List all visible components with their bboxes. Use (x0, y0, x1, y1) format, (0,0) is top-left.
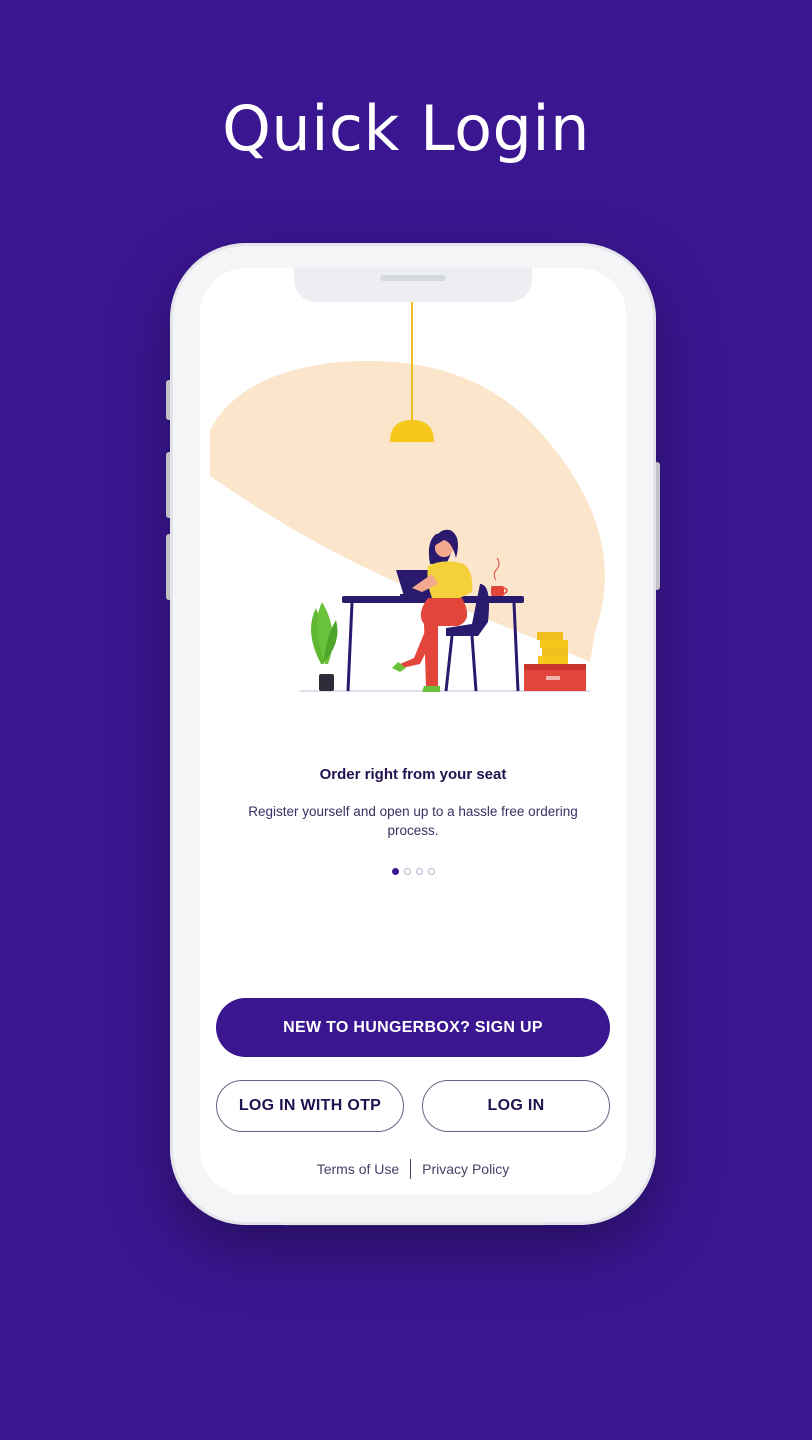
light-cone-shape (210, 360, 605, 662)
app-screen: Order right from your seat Register your… (200, 268, 626, 1195)
footer-links: Terms of Use Privacy Policy (200, 1159, 626, 1179)
promo-background: Quick Login Order right from your seat R… (0, 0, 812, 1440)
paper-stack-3 (540, 640, 568, 648)
page-dot-4[interactable] (427, 868, 435, 875)
footer-divider (410, 1159, 412, 1179)
terms-of-use-link[interactable]: Terms of Use (317, 1161, 399, 1177)
promo-title: Quick Login (222, 92, 590, 165)
phone-notch (294, 268, 532, 302)
signup-button[interactable]: NEW TO HUNGERBOX? SIGN UP (216, 998, 610, 1057)
paper-stack-1 (538, 656, 568, 664)
onboarding-illustration (210, 302, 605, 692)
slide-title: Order right from your seat (319, 766, 507, 783)
paper-stack-2 (542, 648, 568, 656)
page-dot-1[interactable] (391, 868, 399, 875)
page-dot-2[interactable] (403, 868, 411, 875)
speaker-grille (380, 275, 446, 281)
login-button[interactable]: LOG IN (422, 1080, 610, 1132)
desk-leg-left (346, 602, 354, 692)
chair-leg-right (470, 635, 478, 692)
shoe (422, 686, 440, 692)
paper-stack-4 (537, 632, 563, 640)
coffee-mug (491, 586, 504, 596)
chair-leg-left (444, 635, 454, 692)
login-with-otp-button[interactable]: LOG IN WITH OTP (216, 1080, 404, 1132)
page-dot-3[interactable] (415, 868, 423, 875)
slide-description: Register yourself and open up to a hassl… (248, 804, 578, 838)
page-indicator (200, 868, 626, 875)
plant-pot (319, 674, 334, 691)
privacy-policy-link[interactable]: Privacy Policy (422, 1161, 509, 1177)
phone-reflection (280, 1212, 550, 1226)
